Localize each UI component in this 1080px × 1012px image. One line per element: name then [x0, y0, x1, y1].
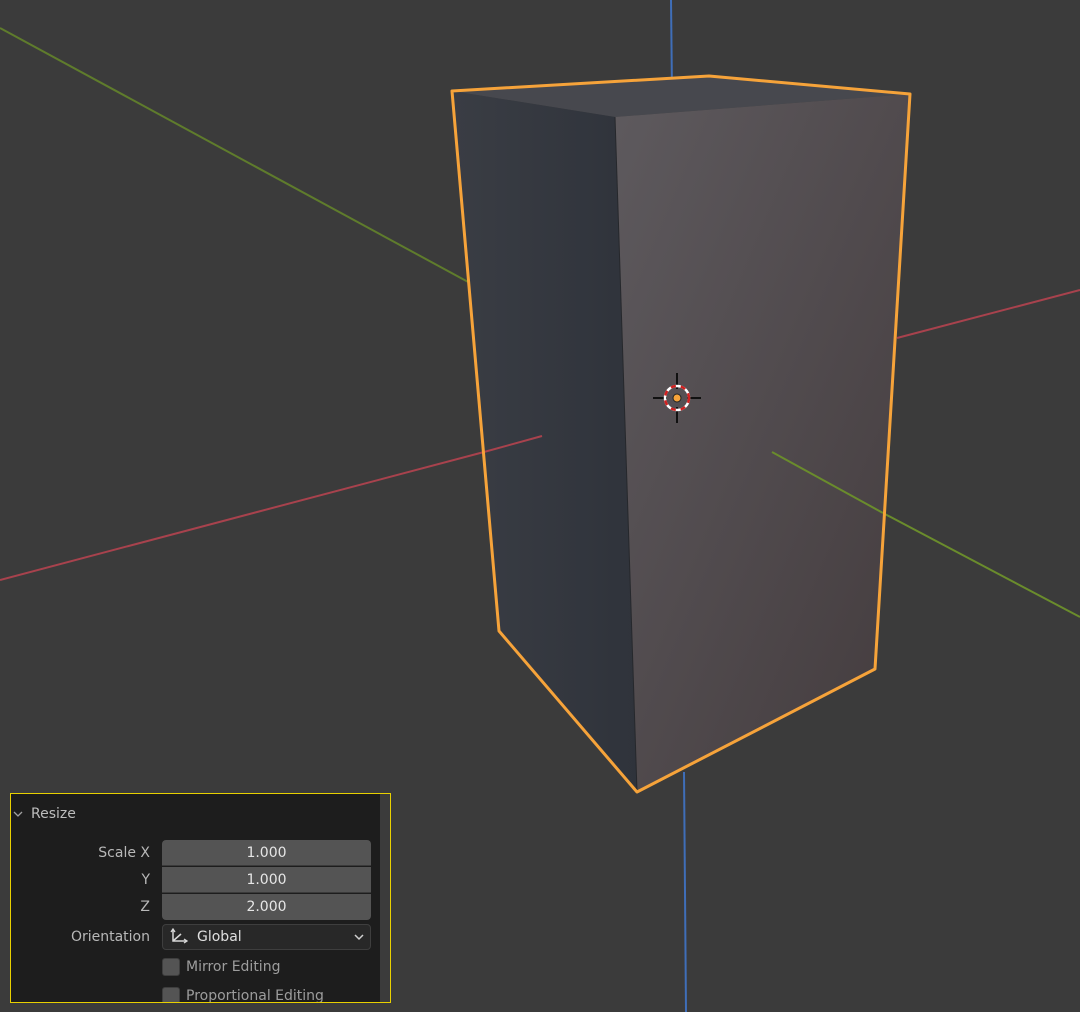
- scale-z-label: Z: [140, 899, 150, 915]
- scale-z-field[interactable]: 2.000: [162, 894, 371, 920]
- mirror-editing-row[interactable]: Mirror Editing: [162, 956, 280, 978]
- redo-last-operator-panel: Resize Scale X 1.000 Y 1.000 Z 2.000 Ori…: [10, 793, 391, 1003]
- x-axis-line: [0, 451, 485, 581]
- orientation-value: Global: [197, 929, 242, 945]
- orientation-dropdown[interactable]: Global: [162, 924, 371, 950]
- proportional-editing-label: Proportional Editing: [186, 988, 324, 1003]
- orientation-label: Orientation: [70, 929, 150, 945]
- scale-x-field[interactable]: 1.000: [162, 840, 371, 866]
- panel-header[interactable]: Resize: [11, 802, 76, 826]
- scale-z-row: Z 2.000: [11, 894, 371, 920]
- chevron-down-icon[interactable]: [13, 809, 25, 819]
- y-axis-line-right: [882, 512, 1080, 618]
- proportional-editing-checkbox[interactable]: [162, 987, 180, 1002]
- panel-background: Resize Scale X 1.000 Y 1.000 Z 2.000 Ori…: [11, 794, 380, 1003]
- scale-y-field[interactable]: 1.000: [162, 867, 371, 893]
- x-axis-line-right: [896, 289, 1080, 339]
- panel-title: Resize: [31, 806, 76, 822]
- scale-y-label: Y: [141, 872, 150, 888]
- orientation-row: Orientation Global: [11, 924, 371, 950]
- mirror-editing-checkbox[interactable]: [162, 958, 180, 976]
- box-left-face: [452, 91, 637, 792]
- chevron-down-icon: [354, 932, 364, 942]
- box-right-face: [615, 94, 910, 792]
- y-axis-line: [0, 27, 471, 284]
- scale-x-row: Scale X 1.000: [11, 840, 371, 866]
- scale-y-row: Y 1.000: [11, 867, 371, 893]
- selected-box-object[interactable]: [450, 74, 912, 794]
- z-axis-line-bottom: [683, 771, 687, 1012]
- scale-x-label: Scale X: [98, 845, 150, 861]
- transform-orientation-icon: [169, 928, 189, 946]
- object-origin-icon: [672, 393, 682, 403]
- mirror-editing-label: Mirror Editing: [186, 959, 281, 975]
- proportional-editing-row[interactable]: Proportional Editing: [162, 985, 324, 1003]
